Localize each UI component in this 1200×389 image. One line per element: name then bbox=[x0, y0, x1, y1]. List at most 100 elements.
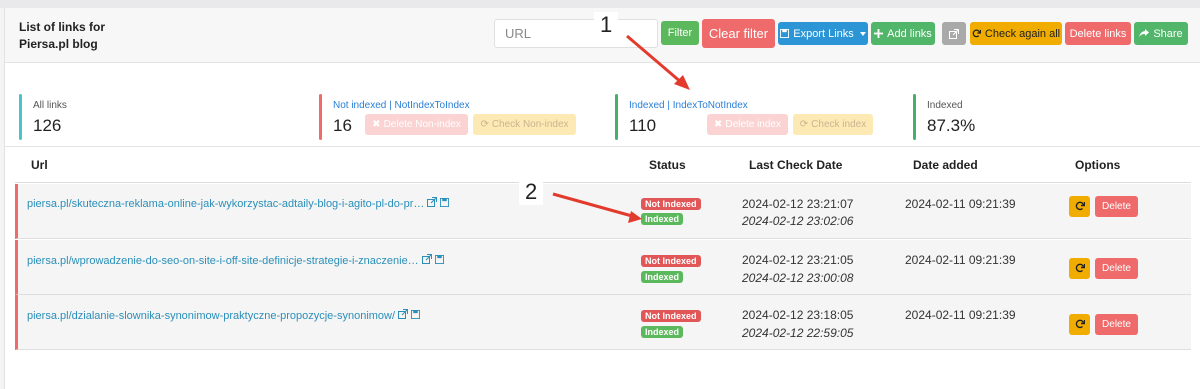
annotation-label-1: 1 bbox=[594, 12, 619, 38]
check-again-all-button[interactable]: Check again all bbox=[970, 22, 1062, 45]
delete-row-button[interactable]: Delete bbox=[1095, 258, 1138, 279]
delete-index-label: Delete index bbox=[725, 119, 781, 130]
clear-filter-button[interactable]: Clear filter bbox=[702, 19, 775, 48]
save-icon[interactable] bbox=[434, 254, 444, 267]
link-url-cell: piersa.pl/wprowadzenie-do-seo-on-site-i-… bbox=[27, 254, 444, 267]
status-badge-not-indexed: Not Indexed bbox=[641, 198, 701, 210]
link-url-cell: piersa.pl/dzialanie-slownika-synonimow-p… bbox=[27, 309, 421, 322]
plus-icon bbox=[874, 29, 884, 38]
column-header-last-check: Last Check Date bbox=[749, 158, 843, 172]
stat-indexed-label[interactable]: Indexed | IndexToNotIndex bbox=[629, 100, 748, 111]
external-link-icon[interactable] bbox=[421, 254, 432, 267]
stat-accent-bar bbox=[913, 94, 916, 140]
external-link-icon[interactable] bbox=[427, 197, 438, 210]
links-panel: List of links for Piersa.pl blog Filter … bbox=[4, 8, 1200, 389]
check-index-label: Check index bbox=[811, 119, 867, 130]
refresh-icon bbox=[972, 29, 981, 38]
link-url[interactable]: piersa.pl/wprowadzenie-do-seo-on-site-i-… bbox=[27, 255, 419, 267]
save-icon bbox=[780, 29, 790, 38]
status-badge-indexed: Indexed bbox=[641, 213, 684, 225]
page-title-line1: List of links for bbox=[19, 20, 106, 34]
last-check-date: 2024-02-12 23:21:05 bbox=[742, 253, 854, 267]
last-check-date: 2024-02-12 23:21:07 bbox=[742, 197, 854, 211]
stat-not-indexed-label[interactable]: Not indexed | NotIndexToIndex bbox=[333, 100, 470, 111]
external-link-icon[interactable] bbox=[398, 309, 409, 322]
table-header-rule bbox=[15, 182, 1191, 183]
recheck-button[interactable] bbox=[1069, 258, 1090, 279]
date-added: 2024-02-11 09:21:39 bbox=[905, 253, 1016, 267]
status-badge-indexed: Indexed bbox=[641, 271, 684, 283]
column-header-options: Options bbox=[1075, 158, 1121, 172]
stat-indexed-percent-value: 87.3% bbox=[927, 116, 976, 135]
date-added: 2024-02-11 09:21:39 bbox=[905, 308, 1016, 322]
url-filter-input[interactable] bbox=[494, 19, 658, 48]
column-header-url: Url bbox=[31, 158, 48, 172]
add-links-button[interactable]: Add links bbox=[871, 22, 935, 45]
stat-not-indexed-value: 16 bbox=[333, 116, 352, 135]
column-header-date-added: Date added bbox=[913, 158, 978, 172]
link-url[interactable]: piersa.pl/dzialanie-slownika-synonimow-p… bbox=[27, 310, 395, 322]
stat-indexed-percent-label: Indexed bbox=[927, 100, 963, 111]
previous-check-date: 2024-02-12 23:00:08 bbox=[742, 271, 854, 285]
save-icon[interactable] bbox=[411, 309, 421, 322]
stat-indexed-percent: Indexed 87.3% bbox=[913, 94, 975, 140]
add-links-label: Add links bbox=[887, 27, 932, 40]
share-icon bbox=[1139, 29, 1150, 38]
refresh-icon: ⟳ bbox=[480, 119, 489, 130]
save-icon[interactable] bbox=[440, 197, 450, 210]
share-button[interactable]: Share bbox=[1134, 22, 1188, 45]
status-badge-not-indexed: Not Indexed bbox=[641, 255, 701, 267]
column-header-status: Status bbox=[649, 158, 686, 172]
link-url-cell: piersa.pl/skuteczna-reklama-online-jak-w… bbox=[27, 197, 450, 210]
delete-index-button[interactable]: ✖ Delete index bbox=[707, 114, 788, 135]
check-non-index-button[interactable]: ⟳ Check Non-index bbox=[473, 114, 576, 135]
previous-check-date: 2024-02-12 22:59:05 bbox=[742, 326, 854, 340]
check-non-index-label: Check Non-index bbox=[491, 119, 569, 130]
stat-accent-bar bbox=[615, 94, 618, 140]
stat-accent-bar bbox=[319, 94, 322, 140]
check-again-all-label: Check again all bbox=[984, 27, 1061, 40]
stat-accent-bar bbox=[19, 94, 22, 140]
close-icon: ✖ bbox=[372, 119, 381, 130]
link-url[interactable]: piersa.pl/skuteczna-reklama-online-jak-w… bbox=[27, 198, 424, 210]
recheck-button[interactable] bbox=[1069, 196, 1090, 217]
delete-row-button[interactable]: Delete bbox=[1095, 196, 1138, 217]
close-icon: ✖ bbox=[714, 119, 723, 130]
delete-row-button[interactable]: Delete bbox=[1095, 314, 1138, 335]
share-label: Share bbox=[1153, 27, 1183, 40]
page-title: List of links for Piersa.pl blog bbox=[19, 19, 139, 53]
refresh-icon: ⟳ bbox=[799, 119, 809, 130]
check-index-button[interactable]: ⟳ Check index bbox=[793, 114, 873, 135]
delete-links-button[interactable]: Delete links bbox=[1065, 22, 1131, 45]
refresh-icon bbox=[1075, 198, 1085, 216]
stat-indexed-value: 110 bbox=[629, 116, 657, 135]
table-row: piersa.pl/wprowadzenie-do-seo-on-site-i-… bbox=[15, 240, 1191, 295]
delete-non-index-button[interactable]: ✖ Delete Non-index bbox=[365, 114, 468, 135]
previous-check-date: 2024-02-12 23:02:06 bbox=[742, 214, 854, 228]
recheck-button[interactable] bbox=[1069, 314, 1090, 335]
section-divider bbox=[5, 146, 1200, 147]
stat-all-links: All links 126 bbox=[19, 94, 67, 140]
stat-all-links-label: All links bbox=[33, 100, 67, 111]
table-row: piersa.pl/dzialanie-slownika-synonimow-p… bbox=[15, 295, 1191, 350]
external-link-icon bbox=[949, 28, 959, 39]
refresh-icon bbox=[1075, 316, 1085, 334]
status-badge-not-indexed: Not Indexed bbox=[641, 310, 701, 322]
annotation-label-2: 2 bbox=[519, 179, 544, 205]
refresh-icon bbox=[1075, 260, 1085, 278]
stat-indexed: Indexed | IndexToNotIndex 110 bbox=[615, 94, 748, 140]
top-strip bbox=[0, 0, 1200, 8]
page-title-line2: Piersa.pl blog bbox=[19, 37, 98, 51]
delete-non-index-label: Delete Non-index bbox=[383, 119, 461, 130]
table-row: piersa.pl/skuteczna-reklama-online-jak-w… bbox=[15, 184, 1191, 239]
filter-button[interactable]: Filter bbox=[661, 21, 699, 45]
date-added: 2024-02-11 09:21:39 bbox=[905, 197, 1016, 211]
stat-all-links-value: 126 bbox=[33, 116, 62, 135]
last-check-date: 2024-02-12 23:18:05 bbox=[742, 308, 854, 322]
stat-not-indexed: Not indexed | NotIndexToIndex 16 bbox=[319, 94, 470, 140]
chevron-down-icon bbox=[859, 31, 866, 36]
export-links-label: Export Links bbox=[793, 27, 854, 40]
export-links-button[interactable]: Export Links bbox=[778, 22, 868, 45]
external-link-button[interactable] bbox=[942, 22, 966, 45]
status-badge-indexed: Indexed bbox=[641, 326, 684, 338]
